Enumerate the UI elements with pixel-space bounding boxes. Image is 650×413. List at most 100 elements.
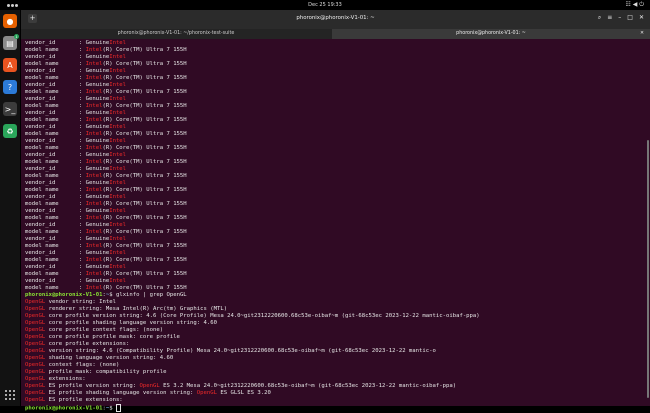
help-icon[interactable]: ?: [3, 80, 17, 94]
terminal-text: (R) Core(TM) Ultra 7 155H: [102, 159, 187, 165]
app-glyph: ●: [6, 16, 14, 26]
terminal-line: vendor_id : GenuineIntel: [25, 180, 647, 187]
menu-icon[interactable]: ≡: [607, 14, 612, 22]
terminal-text: OpenGL: [139, 383, 160, 389]
terminal-text: OpenGL: [25, 299, 46, 305]
terminal-text: Intel: [109, 278, 127, 284]
terminal-line: vendor_id : GenuineIntel: [25, 250, 647, 257]
tab-home[interactable]: phoronix@phoronix-V1-01: ~ ✕: [332, 29, 650, 39]
files-icon[interactable]: ▤ 1: [3, 34, 19, 50]
terminal-icon[interactable]: >_: [3, 102, 17, 116]
terminal-text: vendor_id : Genuine: [25, 124, 110, 130]
terminal-line: vendor_id : GenuineIntel: [25, 208, 647, 215]
terminal-text: vendor_id : Genuine: [25, 82, 110, 88]
terminal-text: vendor_id : Genuine: [25, 222, 110, 228]
app-glyph: A: [7, 60, 13, 70]
terminal-text: (R) Core(TM) Ultra 7 155H: [102, 117, 187, 123]
terminal-text: Intel: [109, 110, 127, 116]
terminal-text: Intel: [109, 152, 127, 158]
close-icon[interactable]: ✕: [639, 14, 644, 22]
terminal-text: vendor_id : Genuine: [25, 152, 110, 158]
terminal-text: model name :: [25, 103, 86, 109]
terminal-text: model name :: [25, 271, 86, 277]
terminal-text: OpenGL: [25, 320, 46, 326]
terminal-text: (R) Core(TM) Ultra 7 155H: [102, 257, 187, 263]
clock[interactable]: Dec 25 19:33: [0, 2, 650, 8]
terminal-text: OpenGL: [25, 355, 46, 361]
terminal-text: Intel: [85, 75, 103, 81]
tab-label: phoronix@phoronix-V1-01: ~/phoronix-test…: [117, 31, 235, 36]
terminal-text: (R) Core(TM) Ultra 7 155H: [102, 89, 187, 95]
terminal-line: model name : Intel(R) Core(TM) Ultra 7 1…: [25, 215, 647, 222]
terminal-output[interactable]: vendor_id : GenuineIntel model name : Int…: [21, 40, 647, 412]
terminal-text: vendor_id : Genuine: [25, 264, 110, 270]
terminal-text: OpenGL: [25, 369, 46, 375]
terminal-text: Intel: [109, 208, 127, 214]
terminal-text: Intel: [85, 145, 103, 151]
close-tab-icon[interactable]: ✕: [640, 29, 644, 39]
app-glyph: >_: [4, 104, 16, 114]
show-apps-icon[interactable]: [5, 390, 15, 400]
terminal-text: vendor_id : Genuine: [25, 180, 110, 186]
terminal-text: vendor_id : Genuine: [25, 236, 110, 242]
terminal-text: Intel: [85, 117, 103, 123]
notification-badge: 1: [14, 34, 19, 39]
terminal-text: model name :: [25, 285, 86, 291]
app-glyph: ▤: [6, 38, 14, 48]
terminal-text: OpenGL: [25, 334, 46, 340]
terminal-text: (R) Core(TM) Ultra 7 155H: [102, 145, 187, 151]
terminal-text: Intel: [109, 82, 127, 88]
shell-prompt: phoronix@phoronix-V1-01: [25, 292, 103, 298]
terminal-line: OpenGL core profile extensions:: [25, 341, 647, 348]
terminal-text: (R) Core(TM) Ultra 7 155H: [102, 285, 187, 291]
terminal-line: model name : Intel(R) Core(TM) Ultra 7 1…: [25, 173, 647, 180]
terminal-text: Intel: [85, 173, 103, 179]
terminal-line: OpenGL ES profile version string: OpenGL…: [25, 383, 647, 390]
terminal-text: shading language version string: 4.60: [45, 355, 174, 361]
minimize-icon[interactable]: –: [618, 14, 621, 22]
maximize-icon[interactable]: □: [627, 14, 633, 22]
terminal-line: OpenGL core profile profile mask: core p…: [25, 334, 647, 341]
terminal-text: version string: 4.6 (Compatibility Profi…: [45, 348, 436, 354]
terminal-text: Intel: [85, 201, 103, 207]
software-icon[interactable]: A: [3, 58, 17, 72]
window-title: phoronix@phoronix-V1-01: ~: [296, 15, 375, 21]
terminal-text: Intel: [109, 250, 127, 256]
terminal-text: vendor_id : Genuine: [25, 110, 110, 116]
terminal-line: model name : Intel(R) Core(TM) Ultra 7 1…: [25, 243, 647, 250]
title-bar[interactable]: + phoronix@phoronix-V1-01: ~ ⌕ ≡ – □ ✕: [21, 10, 650, 29]
terminal-text: (R) Core(TM) Ultra 7 155H: [102, 271, 187, 277]
trash-icon[interactable]: ♻: [3, 124, 17, 138]
firefox-icon[interactable]: ●: [3, 14, 17, 28]
terminal-text: ES GLSL ES 3.20: [217, 390, 271, 396]
terminal-text: (R) Core(TM) Ultra 7 155H: [102, 61, 187, 67]
terminal-text: Intel: [85, 215, 103, 221]
terminal-text: OpenGL: [25, 348, 46, 354]
app-glyph: ♻: [6, 126, 14, 136]
terminal-line: OpenGL extensions:: [25, 376, 647, 383]
terminal-text: Intel: [85, 187, 103, 193]
terminal-line: model name : Intel(R) Core(TM) Ultra 7 1…: [25, 103, 647, 110]
terminal-line: OpenGL vendor string: Intel: [25, 299, 647, 306]
search-icon[interactable]: ⌕: [598, 14, 601, 22]
terminal-text: model name :: [25, 201, 86, 207]
terminal-line: OpenGL ES profile shading language versi…: [25, 390, 647, 397]
terminal-line: model name : Intel(R) Core(TM) Ultra 7 1…: [25, 117, 647, 124]
terminal-line: model name : Intel(R) Core(TM) Ultra 7 1…: [25, 75, 647, 82]
tab-phoronix-test-suite[interactable]: phoronix@phoronix-V1-01: ~/phoronix-test…: [21, 29, 331, 39]
terminal-text: Intel: [109, 264, 127, 270]
terminal-line: vendor_id : GenuineIntel: [25, 124, 647, 131]
terminal-line: model name : Intel(R) Core(TM) Ultra 7 1…: [25, 285, 647, 292]
terminal-text: renderer string: Mesa Intel(R) Arc(tm) G…: [45, 306, 228, 312]
terminal-text: Intel: [85, 243, 103, 249]
top-bar: Dec 25 19:33 ☷ ◀ ⏻: [0, 0, 650, 10]
scrollbar[interactable]: [647, 140, 649, 398]
terminal-text: Intel: [85, 61, 103, 67]
terminal-text: model name :: [25, 117, 86, 123]
terminal-text: Intel: [85, 89, 103, 95]
system-tray[interactable]: ☷ ◀ ⏻: [625, 1, 644, 9]
terminal-line: model name : Intel(R) Core(TM) Ultra 7 1…: [25, 145, 647, 152]
terminal-text: OpenGL: [25, 383, 46, 389]
terminal-line: OpenGL shading language version string: …: [25, 355, 647, 362]
terminal-text: model name :: [25, 61, 86, 67]
